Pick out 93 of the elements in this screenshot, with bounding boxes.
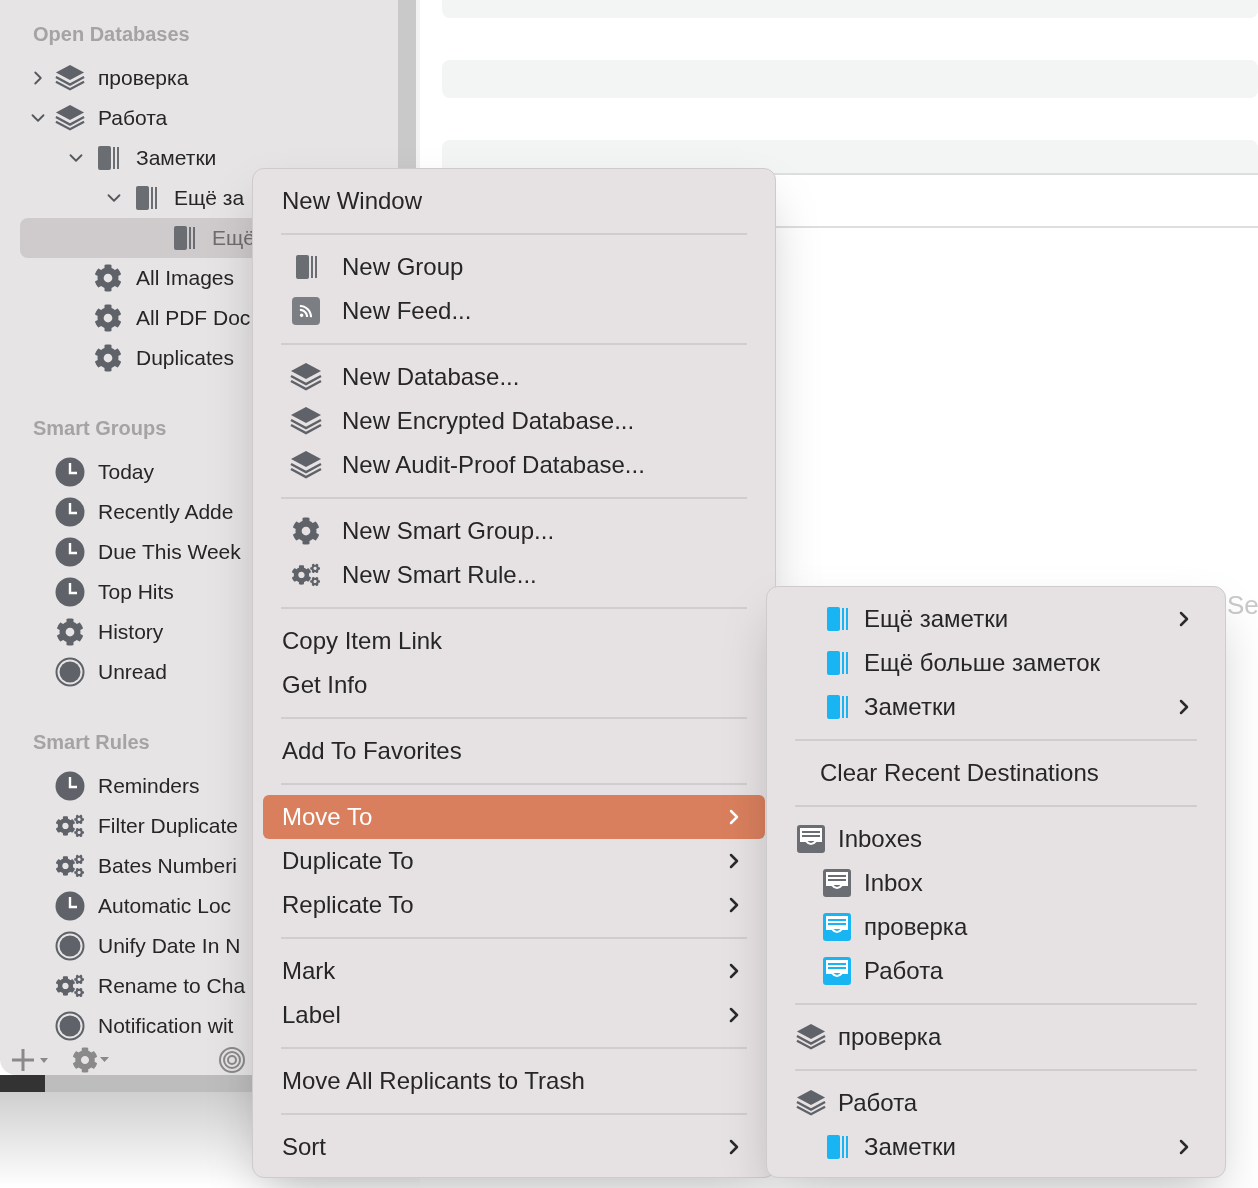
- menu-item[interactable]: New Smart Group...: [263, 509, 765, 553]
- gear-icon: [94, 264, 122, 292]
- menu-item[interactable]: Sort: [263, 1125, 765, 1169]
- menu-item[interactable]: Clear Recent Destinations: [777, 751, 1215, 795]
- item-label: Ещё за: [174, 185, 245, 212]
- ring-icon: [55, 657, 85, 687]
- menu-item[interactable]: Работа: [777, 949, 1215, 993]
- menu-item[interactable]: Ещё заметки: [777, 597, 1215, 641]
- layers-icon: [290, 362, 322, 392]
- clock-icon: [55, 771, 85, 801]
- clock-icon: [55, 457, 85, 487]
- folder-icon: [824, 650, 850, 676]
- item-label: Filter Duplicate: [98, 813, 239, 840]
- inbox-icon: [822, 912, 852, 942]
- menu-item[interactable]: Ещё больше заметок: [777, 641, 1215, 685]
- ring-icon: [55, 1011, 85, 1041]
- menu-item[interactable]: New Encrypted Database...: [263, 399, 765, 443]
- item-label: Ещё: [212, 225, 255, 252]
- section-heading: Smart Rules: [33, 730, 150, 755]
- sidebar-item[interactable]: проверка: [20, 58, 378, 98]
- item-label: Работа: [98, 105, 168, 132]
- item-label: Notification wit: [98, 1013, 234, 1040]
- clock-icon: [55, 497, 85, 527]
- folder-icon: [133, 185, 159, 211]
- item-label: All Images: [136, 265, 235, 292]
- section-heading: Smart Groups: [33, 416, 167, 441]
- item-label: Bates Numberi: [98, 853, 237, 880]
- item-label: All PDF Doc: [136, 305, 251, 332]
- menu-item[interactable]: Copy Item Link: [263, 619, 765, 663]
- item-label: Duplicates: [136, 345, 235, 372]
- menu-item[interactable]: New Feed...: [263, 289, 765, 333]
- menu-item[interactable]: Duplicate To: [263, 839, 765, 883]
- section-heading: Open Databases: [33, 22, 190, 47]
- layers-icon: [796, 1022, 826, 1052]
- inbox-icon: [796, 824, 826, 854]
- menu-item[interactable]: Inbox: [777, 861, 1215, 905]
- menu-item[interactable]: Заметки: [777, 1125, 1215, 1169]
- inbox-icon: [822, 868, 852, 898]
- menu-item[interactable]: Mark: [263, 949, 765, 993]
- folder-icon: [824, 1134, 850, 1160]
- item-label: Top Hits: [98, 579, 174, 606]
- item-label: Reminders: [98, 773, 200, 800]
- folder-icon: [824, 606, 850, 632]
- sidebar-item[interactable]: Работа: [20, 98, 378, 138]
- item-label: History: [98, 619, 164, 646]
- menu-item[interactable]: Работа: [777, 1081, 1215, 1125]
- item-label: Unify Date In N: [98, 933, 241, 960]
- ring-icon: [55, 931, 85, 961]
- item-label: Recently Adde: [98, 499, 234, 526]
- gear-icon: [94, 344, 122, 372]
- sidebar-item[interactable]: Заметки: [20, 138, 378, 178]
- item-label: Rename to Cha: [98, 973, 246, 1000]
- menu-item[interactable]: New Smart Rule...: [263, 553, 765, 597]
- clock-icon: [55, 891, 85, 921]
- folder-icon: [171, 225, 197, 251]
- item-label: Automatic Loc: [98, 893, 232, 920]
- menu-item[interactable]: Inboxes: [777, 817, 1215, 861]
- menu-item[interactable]: New Database...: [263, 355, 765, 399]
- menu-item[interactable]: Label: [263, 993, 765, 1037]
- gears-icon: [292, 561, 320, 589]
- settings-menu-icon[interactable]: [72, 1047, 110, 1073]
- gear-icon: [56, 618, 84, 646]
- desktop-strip: [0, 1075, 45, 1092]
- item-label: Today: [98, 459, 155, 486]
- item-label: Due This Week: [98, 539, 241, 566]
- item-label: Unread: [98, 659, 167, 686]
- gears-icon: [56, 812, 84, 840]
- folder-icon: [293, 254, 319, 280]
- menu-item[interactable]: Заметки: [777, 685, 1215, 729]
- menu-item[interactable]: проверка: [777, 1015, 1215, 1059]
- folder-icon: [95, 145, 121, 171]
- item-label: Заметки: [136, 145, 217, 172]
- layers-icon: [290, 406, 322, 436]
- menu-item[interactable]: Replicate To: [263, 883, 765, 927]
- menu-item[interactable]: Move All Replicants to Trash: [263, 1059, 765, 1103]
- item-label: проверка: [98, 65, 189, 92]
- gear-icon: [94, 304, 122, 332]
- menu-item[interactable]: New Audit-Proof Database...: [263, 443, 765, 487]
- clock-icon: [55, 577, 85, 607]
- folder-icon: [824, 694, 850, 720]
- gears-icon: [56, 972, 84, 1000]
- menu-item[interactable]: проверка: [777, 905, 1215, 949]
- gear-icon: [292, 517, 320, 545]
- clock-icon: [55, 537, 85, 567]
- layers-icon: [290, 450, 322, 480]
- inbox-icon: [822, 956, 852, 986]
- feed-icon: [292, 297, 320, 325]
- menu-item[interactable]: Get Info: [263, 663, 765, 707]
- layers-icon: [796, 1088, 826, 1118]
- layers-icon: [55, 103, 85, 133]
- spiral-icon[interactable]: [218, 1046, 246, 1074]
- gears-icon: [56, 852, 84, 880]
- layers-icon: [55, 63, 85, 93]
